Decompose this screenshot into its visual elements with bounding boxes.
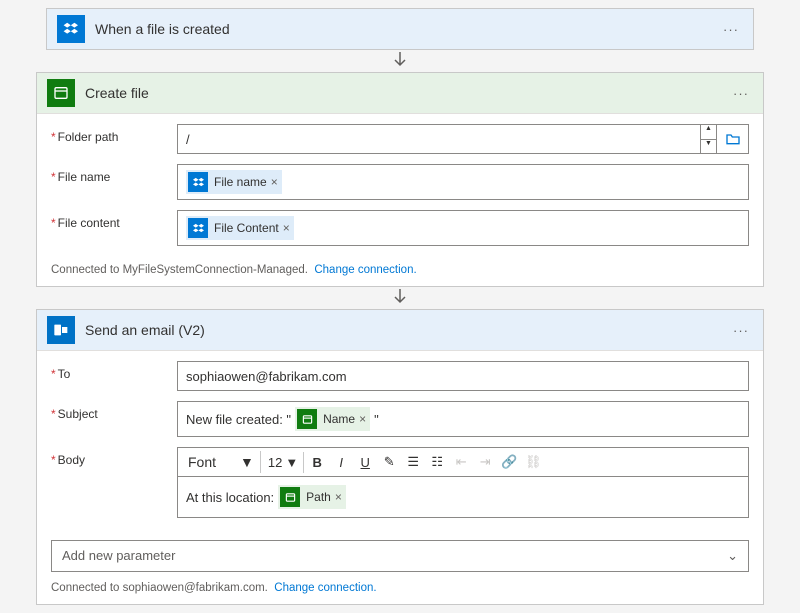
filesystem-icon <box>280 487 300 507</box>
create-file-card: Create file ··· Folder path / ▲▼ File na… <box>36 72 764 287</box>
file-name-token[interactable]: File name× <box>186 170 282 194</box>
outdent-button[interactable]: ⇤ <box>450 450 472 474</box>
send-email-title: Send an email (V2) <box>85 322 729 338</box>
folder-path-label: Folder path <box>51 124 177 144</box>
folder-browse-button[interactable] <box>717 124 749 154</box>
link-button[interactable]: 🔗 <box>498 450 520 474</box>
arrow-connector <box>36 287 764 309</box>
to-input[interactable]: sophiaowen@fabrikam.com <box>177 361 749 391</box>
arrow-connector <box>36 50 764 72</box>
trigger-header[interactable]: When a file is created ··· <box>47 9 753 49</box>
file-name-input[interactable]: File name× <box>177 164 749 200</box>
highlight-button[interactable]: ✎ <box>378 450 400 474</box>
send-email-footer: Connected to sophiaowen@fabrikam.com. Ch… <box>37 578 763 604</box>
filesystem-icon <box>47 79 75 107</box>
remove-token-icon[interactable]: × <box>359 412 366 426</box>
remove-token-icon[interactable]: × <box>335 490 342 504</box>
change-connection-link[interactable]: Change connection. <box>314 264 416 276</box>
filesystem-icon <box>297 409 317 429</box>
file-content-input[interactable]: File Content× <box>177 210 749 246</box>
bold-button[interactable]: B <box>306 450 328 474</box>
send-email-card: Send an email (V2) ··· To sophiaowen@fab… <box>36 309 764 605</box>
subject-input[interactable]: New file created: " Name× " <box>177 401 749 437</box>
dropbox-icon <box>188 172 208 192</box>
folder-path-stepper[interactable]: ▲▼ <box>701 124 717 154</box>
subject-label: Subject <box>51 401 177 421</box>
chevron-down-icon: ⌄ <box>727 548 738 564</box>
file-content-token[interactable]: File Content× <box>186 216 294 240</box>
number-list-button[interactable]: ☷ <box>426 450 448 474</box>
font-size-select[interactable]: 12▼ <box>263 452 304 473</box>
path-token[interactable]: Path× <box>278 485 346 509</box>
bullet-list-button[interactable]: ☰ <box>402 450 424 474</box>
file-content-label: File content <box>51 210 177 230</box>
rich-text-toolbar: Font▼ 12▼ B I U ✎ ☰ ☷ ⇤ ⇥ 🔗 ⛓ <box>177 447 749 477</box>
body-label: Body <box>51 447 177 467</box>
dropbox-icon <box>57 15 85 43</box>
name-token[interactable]: Name× <box>295 407 370 431</box>
send-email-header[interactable]: Send an email (V2) ··· <box>37 310 763 350</box>
change-connection-link[interactable]: Change connection. <box>274 582 376 594</box>
trigger-title: When a file is created <box>95 21 719 37</box>
outlook-icon <box>47 316 75 344</box>
file-name-label: File name <box>51 164 177 184</box>
dropbox-icon <box>188 218 208 238</box>
create-file-menu-icon[interactable]: ··· <box>729 86 753 101</box>
create-file-header[interactable]: Create file ··· <box>37 73 763 113</box>
indent-button[interactable]: ⇥ <box>474 450 496 474</box>
body-input[interactable]: At this location: Path× <box>177 477 749 518</box>
add-parameter-select[interactable]: Add new parameter ⌄ <box>51 540 749 572</box>
create-file-title: Create file <box>85 85 729 101</box>
remove-token-icon[interactable]: × <box>271 175 278 189</box>
create-file-footer: Connected to MyFileSystemConnection-Mana… <box>37 260 763 286</box>
unlink-button[interactable]: ⛓ <box>522 450 544 474</box>
trigger-card: When a file is created ··· <box>46 8 754 50</box>
italic-button[interactable]: I <box>330 450 352 474</box>
remove-token-icon[interactable]: × <box>283 221 290 235</box>
trigger-menu-icon[interactable]: ··· <box>719 22 743 37</box>
to-label: To <box>51 361 177 381</box>
underline-button[interactable]: U <box>354 450 376 474</box>
font-select[interactable]: Font▼ <box>182 451 261 473</box>
send-email-menu-icon[interactable]: ··· <box>729 323 753 338</box>
folder-path-input[interactable]: / <box>177 124 701 154</box>
